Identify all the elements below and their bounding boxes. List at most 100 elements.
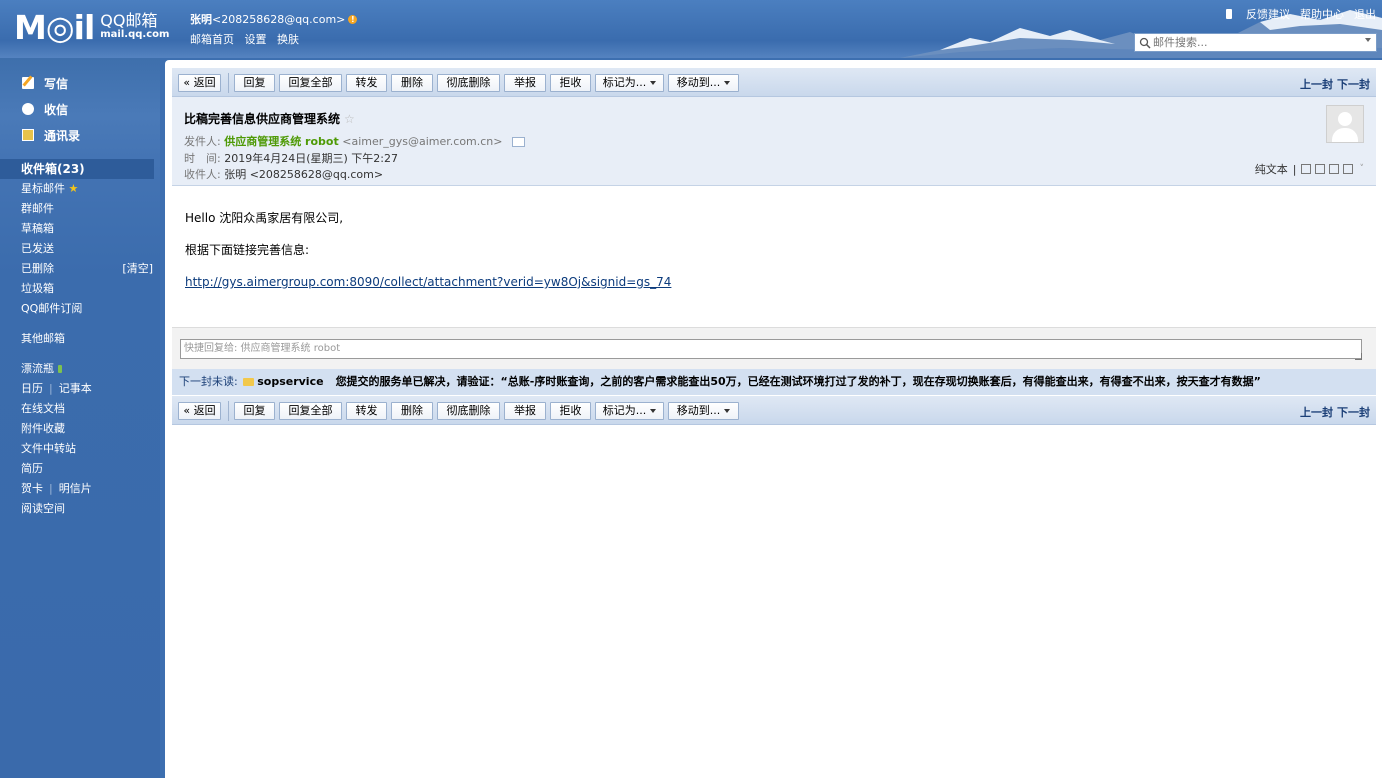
- clear-deleted-link[interactable]: [清空]: [122, 259, 153, 279]
- next-unread-subject[interactable]: 您提交的服务单已解决，请验证：“总账-序时账查询，之前的客户需求能查出50万，已…: [336, 375, 1261, 388]
- mark-as-label: 标记为...: [602, 404, 647, 417]
- sidebar-item-other[interactable]: 其他邮箱: [0, 329, 160, 349]
- time-label: 时 间:: [184, 152, 221, 165]
- link-skin[interactable]: 换肤: [277, 33, 299, 46]
- move-to-label: 移动到...: [676, 404, 721, 417]
- prev-mail-link[interactable]: 上一封: [1300, 78, 1333, 91]
- plain-text-link[interactable]: 纯文本: [1255, 161, 1288, 177]
- back-button[interactable]: « 返回: [178, 402, 221, 420]
- logo[interactable]: M◎il QQ邮箱 mail.qq.com: [14, 10, 169, 46]
- contacts-button[interactable]: 通讯录: [22, 122, 80, 148]
- warning-icon[interactable]: !: [348, 15, 358, 24]
- sidebar-item-starred[interactable]: 星标邮件 ★: [0, 179, 160, 199]
- sidebar-item-inbox[interactable]: 收件箱(23): [0, 159, 154, 179]
- mark-as-dropdown[interactable]: 标记为...: [595, 402, 664, 420]
- contact-card-icon[interactable]: [512, 137, 525, 147]
- toolbar-top: « 返回 回复 回复全部 转发 删除 彻底删除 举报 拒收 标记为... 移动到…: [172, 68, 1376, 97]
- reply-all-button[interactable]: 回复全部: [279, 74, 342, 92]
- sidebar-item-drift[interactable]: 漂流瓶: [0, 359, 160, 379]
- next-mail-link[interactable]: 下一封: [1337, 78, 1370, 91]
- sidebar-item-calendar[interactable]: 日历: [21, 382, 43, 395]
- resize-handle[interactable]: [1355, 353, 1362, 360]
- expand-chevron-icon[interactable]: ˅: [1360, 164, 1365, 174]
- starred-label: 星标邮件: [21, 182, 65, 195]
- fullscreen-icon[interactable]: [1314, 164, 1325, 174]
- deleted-label: 已删除: [21, 262, 54, 275]
- from-label: 发件人:: [184, 135, 221, 148]
- mark-as-label: 标记为...: [602, 76, 647, 89]
- perm-delete-button[interactable]: 彻底删除: [437, 74, 500, 92]
- back-button[interactable]: « 返回: [178, 74, 221, 92]
- reject-button[interactable]: 拒收: [550, 402, 591, 420]
- receive-button[interactable]: 收信: [22, 96, 80, 122]
- sidebar-item-group[interactable]: 群邮件: [0, 199, 160, 219]
- delete-button[interactable]: 删除: [391, 74, 433, 92]
- download-icon[interactable]: [1328, 164, 1339, 174]
- sidebar-item-postcards[interactable]: 明信片: [59, 482, 92, 495]
- sidebar-item-docs[interactable]: 在线文档: [0, 399, 160, 419]
- sidebar-item-cards-postcards: 贺卡 | 明信片: [21, 482, 92, 495]
- search-icon: [1139, 37, 1151, 49]
- print-icon[interactable]: [1342, 164, 1353, 174]
- delete-button[interactable]: 删除: [391, 402, 433, 420]
- sidebar-item-drafts[interactable]: 草稿箱: [0, 219, 160, 239]
- sender-avatar[interactable]: [1326, 105, 1364, 143]
- recipient-row: 收件人: 张明 <208258628@qq.com>: [184, 166, 383, 182]
- link-help[interactable]: 帮助中心: [1300, 6, 1344, 22]
- next-unread-bar[interactable]: 下一封未读: sopservice 您提交的服务单已解决，请验证：“总账-序时账查…: [172, 369, 1376, 395]
- star-icon: ★: [68, 182, 79, 195]
- star-outline-icon[interactable]: ☆: [344, 112, 355, 126]
- report-button[interactable]: 举报: [504, 74, 546, 92]
- chevron-down-icon[interactable]: [1365, 38, 1371, 42]
- link-logout[interactable]: 退出: [1354, 6, 1376, 22]
- chevron-down-icon: [650, 409, 657, 413]
- next-mail-link[interactable]: 下一封: [1337, 406, 1370, 419]
- drift-label: 漂流瓶: [21, 362, 54, 375]
- sidebar-item-reading[interactable]: 阅读空间: [0, 499, 160, 519]
- quick-reply-area: 快捷回复给: 供应商管理系统 robot: [172, 327, 1376, 369]
- info-link[interactable]: http://gys.aimergroup.com:8090/collect/a…: [185, 275, 671, 289]
- mark-as-dropdown[interactable]: 标记为...: [595, 74, 664, 92]
- greeting-text: Hello 沈阳众禹家居有限公司,: [185, 211, 344, 225]
- link-settings[interactable]: 设置: [245, 33, 267, 46]
- sidebar-item-resume[interactable]: 简历: [0, 459, 160, 479]
- mail-time: 2019年4月24日(星期三) 下午2:27: [224, 152, 398, 165]
- move-to-dropdown[interactable]: 移动到...: [668, 402, 739, 420]
- link-mail-home[interactable]: 邮箱首页: [190, 33, 234, 46]
- compose-button[interactable]: 写信: [22, 70, 80, 96]
- mail-tools: 纯文本 | ˅: [1254, 161, 1365, 177]
- sidebar-item-spam[interactable]: 垃圾箱: [0, 279, 160, 299]
- link-feedback[interactable]: 反馈建议: [1246, 6, 1290, 22]
- sidebar-item-subscribe[interactable]: QQ邮件订阅: [0, 299, 160, 319]
- reply-all-button[interactable]: 回复全部: [279, 402, 342, 420]
- search-input[interactable]: [1151, 36, 1355, 49]
- forward-button[interactable]: 转发: [346, 402, 387, 420]
- chevron-down-icon: [724, 409, 731, 413]
- sidebar-item-deleted[interactable]: 已删除 [清空]: [0, 259, 160, 279]
- move-to-dropdown[interactable]: 移动到...: [668, 74, 739, 92]
- toolbar-bottom: « 返回 回复 回复全部 转发 删除 彻底删除 举报 拒收 标记为... 移动到…: [172, 396, 1376, 425]
- user-name[interactable]: 张明: [190, 13, 212, 26]
- compose-label: 写信: [44, 76, 69, 91]
- reply-button[interactable]: 回复: [234, 402, 275, 420]
- sidebar-item-notes[interactable]: 记事本: [59, 382, 92, 395]
- sidebar-item-sent[interactable]: 已发送: [0, 239, 160, 259]
- sidebar-item-cards[interactable]: 贺卡: [21, 482, 43, 495]
- phone-icon[interactable]: [1226, 9, 1232, 19]
- reply-button[interactable]: 回复: [234, 74, 275, 92]
- quick-reply-input[interactable]: 快捷回复给: 供应商管理系统 robot: [180, 339, 1362, 359]
- next-unread-label: 下一封未读:: [179, 375, 238, 388]
- move-to-label: 移动到...: [676, 76, 721, 89]
- perm-delete-button[interactable]: 彻底删除: [437, 402, 500, 420]
- new-window-icon[interactable]: [1300, 164, 1311, 174]
- search-box[interactable]: [1134, 33, 1377, 52]
- sidebar-item-transfer[interactable]: 文件中转站: [0, 439, 160, 459]
- sender-name[interactable]: 供应商管理系统 robot: [224, 135, 339, 148]
- next-unread-from[interactable]: sopservice: [257, 375, 323, 388]
- report-button[interactable]: 举报: [504, 402, 546, 420]
- sidebar-item-attachments[interactable]: 附件收藏: [0, 419, 160, 439]
- reject-button[interactable]: 拒收: [550, 74, 591, 92]
- forward-button[interactable]: 转发: [346, 74, 387, 92]
- mail-subject: 比稿完善信息供应商管理系统: [184, 112, 341, 126]
- prev-mail-link[interactable]: 上一封: [1300, 406, 1333, 419]
